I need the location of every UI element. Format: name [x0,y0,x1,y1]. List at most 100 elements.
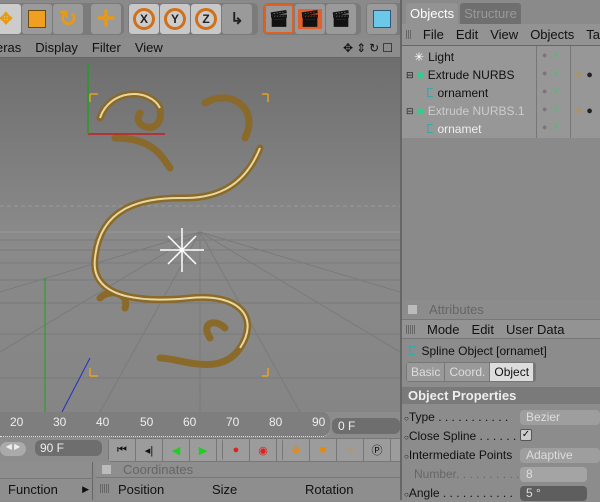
column-position: Position [118,482,165,497]
tick-label: 30 [53,415,67,429]
tab-basic[interactable]: Basic [407,363,445,381]
coordinate-system-button[interactable]: ↳ [222,4,252,34]
menu-mode[interactable]: Mode [427,322,460,337]
record-key-button[interactable]: ● [223,439,249,461]
move-view-icon[interactable]: ✥ [343,41,356,55]
menu-tags[interactable]: Ta [586,27,600,42]
menu-user-data[interactable]: User Data [506,322,565,337]
render-view-button[interactable]: 🎬︎ [264,4,294,34]
menu-edit[interactable]: Edit [456,27,478,42]
tree-item-extrude-nurbs[interactable]: ⊟ ■ Extrude NURBS [406,66,515,84]
menu-view[interactable]: View [135,40,163,55]
y-axis-button[interactable]: Y [160,4,190,34]
item-name: ornamet [437,122,482,136]
render-picture-viewer-button[interactable]: 🎬︎ [295,4,325,34]
rotate-view-icon[interactable]: ↻ [369,41,382,55]
z-axis-button[interactable]: Z [191,4,221,34]
prop-close-spline: ○Close Spline . . . . . . [404,429,517,443]
angle-field[interactable]: 5 ° [520,486,587,501]
function-menu[interactable]: Function ▶ [0,478,93,500]
prev-key-button[interactable]: ◂| [136,439,162,461]
current-frame-field[interactable]: 0 F [332,418,400,434]
material-tag-icon[interactable]: ⁘ ● [574,104,593,117]
timeline-ruler[interactable]: 20 30 40 50 60 70 80 90 [0,412,330,437]
tree-item-ornamet[interactable]: ⵎ ornamet [426,120,481,138]
tick-label: 50 [140,415,154,429]
live-select-group: ✛ [90,3,124,35]
grip-icon [406,324,415,334]
tree-item-extrude-nurbs-1[interactable]: ⊟ ■ Extrude NURBS.1 [406,102,525,120]
collapse-icon[interactable]: ⊟ [406,106,414,117]
floor-grid [0,231,600,413]
rotate-tool-button[interactable]: ↻ [53,4,83,34]
key-rotation-button[interactable]: ○ [337,439,363,461]
objects-manager: Objects Structure File Edit View Objects… [400,0,600,300]
tree-item-ornament[interactable]: ⵎ ornament [426,84,488,102]
autokey-button[interactable]: ◉ [250,439,276,461]
menu-display[interactable]: Display [35,40,78,55]
ornament-highlight [93,93,261,349]
play-backward-button[interactable]: ◀ [163,439,189,461]
panel-toggle-icon[interactable] [102,465,111,474]
frame-stepper[interactable]: ◀ ▶ [0,442,26,456]
type-dropdown[interactable]: Bezier [520,410,600,425]
tab-object[interactable]: Object [490,363,534,381]
end-frame-field[interactable]: 90 F [35,440,102,456]
render-group: 🎬︎ 🎬︎ 🎬︎ [263,3,361,35]
light-object [160,228,204,272]
clapboard-icon: 🎬︎ [297,9,323,29]
render-settings-button[interactable]: 🎬︎ [326,4,356,34]
spline-icon: ⵎ [426,86,434,100]
end-frame-value: 90 F [40,441,65,455]
prop-label: Type [408,410,435,424]
menu-filter[interactable]: Filter [92,40,121,55]
x-icon: X [133,8,155,30]
tree-item-light[interactable]: ✳ Light [414,48,454,66]
spline-icon: ⵎ [408,343,416,358]
scale-tool-button[interactable] [22,4,52,34]
current-frame-value: 0 F [338,419,356,433]
viewport-nav-icons: ✥⇕↻☐ [343,41,396,55]
goto-start-button[interactable]: ⏮ [109,439,135,461]
menu-objects[interactable]: Objects [530,27,574,42]
object-title: Spline Object [ornamet] [421,343,547,358]
menu-view[interactable]: View [490,27,518,42]
tick-label: 20 [10,415,24,429]
prop-label: Number [414,467,457,481]
menu-file[interactable]: File [423,27,444,42]
objects-menu-bar: File Edit View Objects Ta [402,24,600,46]
tab-objects[interactable]: Objects [406,3,459,24]
intermediate-points-value: Adaptive [526,448,573,462]
play-forward-button[interactable]: ▶ [190,439,216,461]
panel-toggle-icon[interactable] [408,305,417,314]
collapse-icon[interactable]: ⊟ [406,70,414,81]
tick-label: 70 [226,415,240,429]
zoom-view-icon[interactable]: ⇕ [356,41,369,55]
visibility-toggles[interactable]: ● ⁚✓ ● ⁚✓ ● ⁚✓ ● ⁚✓ ● ⁚✓ [542,46,560,136]
viewport-menu-bar: eras Display Filter View ✥⇕↻☐ [0,38,400,58]
maximize-view-icon[interactable]: ☐ [382,41,396,55]
object-title-row: ⵎ Spline Object [ornamet] [402,339,600,362]
key-position-button[interactable]: ✥ [283,439,309,461]
menu-cameras[interactable]: eras [0,40,21,55]
coordinates-manager: Coordinates Position Size Rotation [96,462,400,500]
menu-edit[interactable]: Edit [472,322,494,337]
tab-coord[interactable]: Coord. [445,363,490,381]
coordinates-header: Position Size Rotation [96,478,400,500]
cube-icon [373,10,391,28]
intermediate-points-dropdown[interactable]: Adaptive [520,448,600,463]
live-select-button[interactable]: ✛ [91,4,121,34]
3d-viewport[interactable] [0,58,600,413]
key-parameter-button[interactable]: Ⓟ [364,439,390,461]
cube-button[interactable] [367,4,397,34]
move-tool-button[interactable]: ✥ [0,4,21,34]
x-axis-button[interactable]: X [129,4,159,34]
angle-value: 5 ° [526,486,541,500]
key-scale-button[interactable]: ■ [310,439,336,461]
column-rotation: Rotation [305,482,354,497]
light-icon: ✳ [414,50,425,64]
material-tag-icon[interactable]: ⁘ ● [574,68,593,81]
tab-structure[interactable]: Structure [460,3,521,24]
close-spline-checkbox[interactable]: ✓ [520,429,532,441]
grip-icon [406,30,411,39]
